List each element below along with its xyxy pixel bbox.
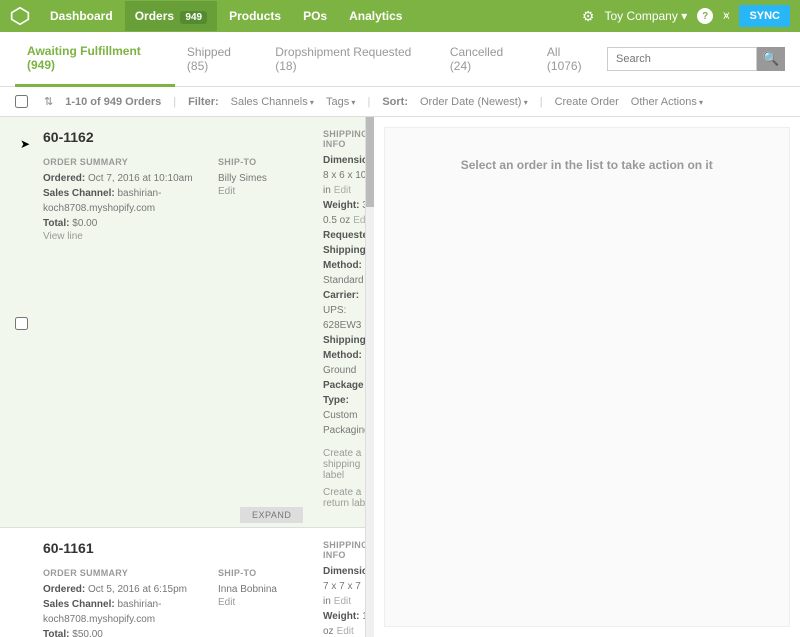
other-actions-dropdown[interactable]: Other Actions [631,96,703,108]
tab-shipped[interactable]: Shipped (85) [175,33,263,85]
shipping-info-header: SHIPPING INFO [323,129,366,149]
ship-to-header: SHIP-TO [218,157,308,167]
tab-awaiting[interactable]: Awaiting Fulfillment (949) [15,32,175,87]
edit-weight-link[interactable]: Edit [337,626,354,637]
create-shipping-label-link[interactable]: Create a shipping label [323,448,366,481]
tab-cancelled[interactable]: Cancelled (24) [438,33,535,85]
view-line-link[interactable]: View line [43,231,203,242]
scrollbar[interactable] [366,117,374,637]
ship-to-name: Billy Simes [218,171,308,186]
sort-label: Sort: [382,96,408,108]
nav-pos[interactable]: POs [293,1,337,31]
activity-icon[interactable]: ⩙ [723,10,729,23]
filter-label: Filter: [188,96,219,108]
nav-orders[interactable]: Orders 949 [125,1,217,31]
order-checkbox[interactable] [15,132,28,515]
edit-dim-link[interactable]: Edit [334,185,351,196]
logo [10,6,30,26]
edit-weight-link[interactable]: Edit [353,215,365,226]
tab-dropship[interactable]: Dropshipment Requested (18) [263,33,438,85]
order-checkbox[interactable] [15,543,28,637]
create-return-label-link[interactable]: Create a return label [323,487,366,509]
search-button[interactable]: 🔍 [757,47,785,71]
nav-orders-badge: 949 [180,11,207,24]
scrollbar-thumb[interactable] [366,117,374,207]
search-input[interactable] [607,47,757,71]
order-number: 60-1161 [43,540,203,556]
company-dropdown[interactable]: Toy Company ▾ [604,9,687,23]
create-order-link[interactable]: Create Order [555,96,619,108]
gear-icon[interactable]: ⚙ [582,8,595,25]
side-panel-message: Select an order in the list to take acti… [384,127,791,627]
edit-shipto-link[interactable]: Edit [218,186,308,197]
edit-dim-link[interactable]: Edit [334,596,351,607]
order-summary-header: ORDER SUMMARY [43,157,203,167]
filter-tags[interactable]: Tags [326,96,356,108]
sort-toggle-icon[interactable]: ⇅ [44,95,53,108]
sync-button[interactable]: SYNC [739,5,790,27]
sort-dropdown[interactable]: Order Date (Newest) [420,96,528,108]
help-icon[interactable]: ? [697,8,713,24]
expand-button[interactable]: EXPAND [240,507,303,523]
nav-analytics[interactable]: Analytics [339,1,412,31]
order-row[interactable]: 60-1162 ORDER SUMMARY Ordered: Oct 7, 20… [0,117,365,528]
nav-products[interactable]: Products [219,1,291,31]
select-all-checkbox[interactable] [15,95,28,108]
tab-all[interactable]: All (1076) [535,33,607,85]
filter-sales-channels[interactable]: Sales Channels [231,96,314,108]
nav-dashboard[interactable]: Dashboard [40,1,123,31]
orders-list: 60-1162 ORDER SUMMARY Ordered: Oct 7, 20… [0,117,366,637]
order-number: 60-1162 [43,129,203,145]
order-row[interactable]: 60-1161 ORDER SUMMARY Ordered: Oct 5, 20… [0,528,365,637]
page-range: 1-10 of 949 Orders [65,96,161,108]
edit-shipto-link[interactable]: Edit [218,597,308,608]
